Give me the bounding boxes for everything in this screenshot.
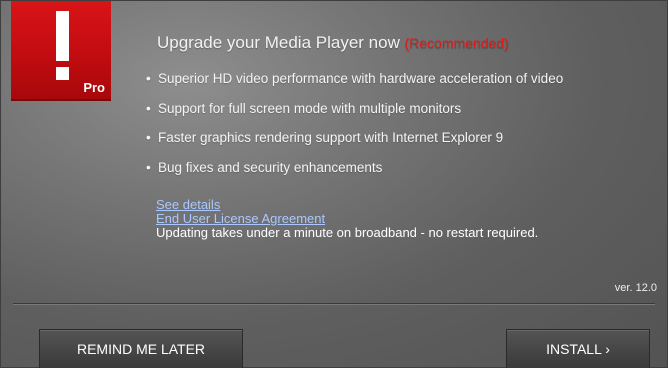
eula-link[interactable]: End User License Agreement xyxy=(156,212,538,226)
warning-badge: Pro xyxy=(11,1,111,101)
feature-text: Bug fixes and security enhancements xyxy=(158,159,383,175)
exclamation-icon xyxy=(56,11,69,61)
dialog-title: Upgrade your Media Player now (Recommend… xyxy=(157,33,509,53)
version-label: ver. 12.0 xyxy=(614,282,657,294)
update-note: Updating takes under a minute on broadba… xyxy=(156,225,539,240)
upgrade-dialog: Pro Upgrade your Media Player now (Recom… xyxy=(0,0,668,368)
feature-item: • Support for full screen mode with multi… xyxy=(146,100,462,116)
title-text: Upgrade your Media Player now xyxy=(157,33,400,52)
recommended-label: (Recommended) xyxy=(404,35,509,51)
feature-text: Superior HD video performance with hardw… xyxy=(158,71,564,86)
feature-list: • Superior HD video performance with hard… xyxy=(146,71,563,189)
pro-label: Pro xyxy=(83,80,105,95)
feature-text: Faster graphics rendering support with I… xyxy=(158,130,504,145)
feature-item: • Bug fixes and security enhancements xyxy=(146,159,383,175)
links-block: See details End User License Agreement U… xyxy=(156,198,538,240)
feature-text: Support for full screen mode with multip… xyxy=(158,100,462,116)
divider xyxy=(13,303,655,305)
exclamation-dot-icon xyxy=(56,67,69,80)
remind-me-later-button[interactable]: REMIND ME LATER xyxy=(39,329,243,368)
feature-item: • Faster graphics rendering support with … xyxy=(146,130,504,145)
feature-item: • Superior HD video performance with hard… xyxy=(146,71,564,86)
see-details-link[interactable]: See details xyxy=(156,198,538,212)
install-button[interactable]: INSTALL › xyxy=(506,329,650,368)
